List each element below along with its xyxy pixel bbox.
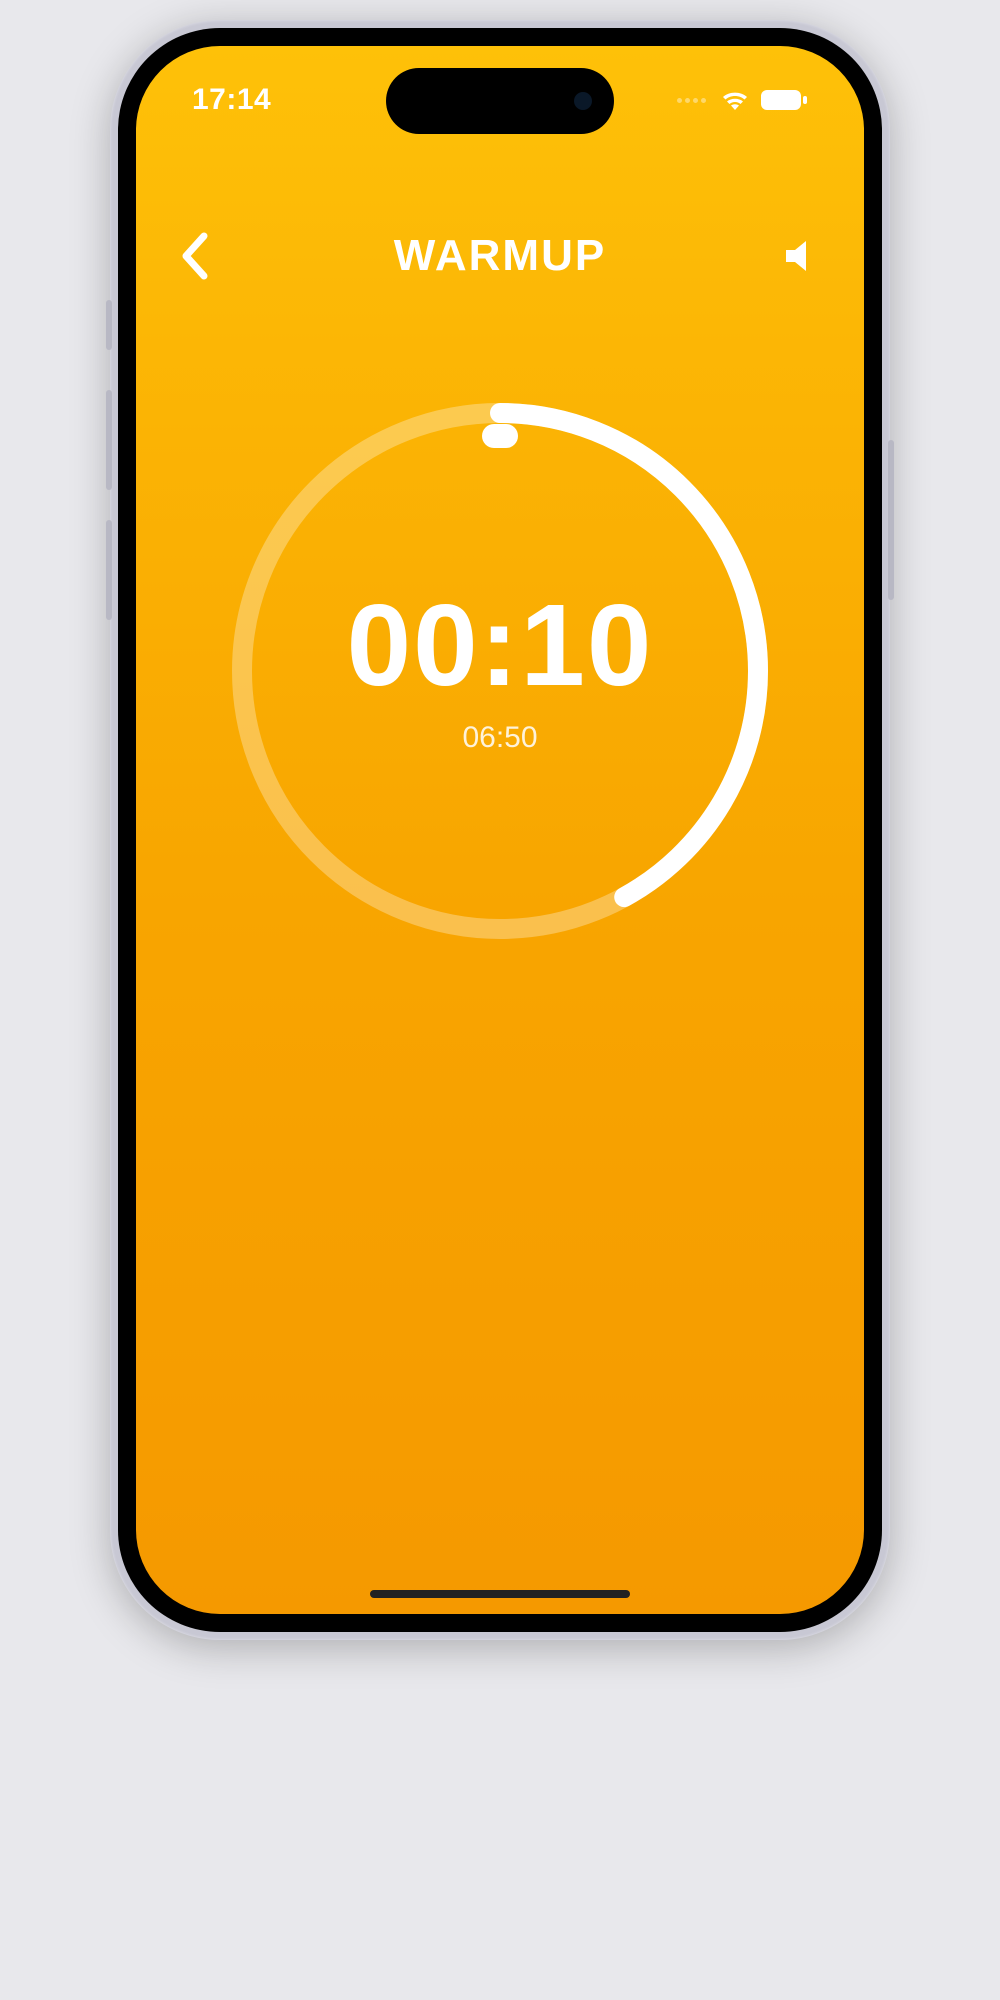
chevron-left-icon <box>180 232 208 280</box>
timer-ring: 00:10 06:50 <box>225 396 775 946</box>
timer-container: 00:10 06:50 <box>136 396 864 946</box>
volume-button[interactable] <box>760 226 820 286</box>
cellular-dots-icon <box>677 98 706 103</box>
side-button <box>106 300 112 350</box>
wifi-icon <box>720 89 750 111</box>
status-time: 17:14 <box>192 83 271 117</box>
header: WARMUP <box>136 216 864 296</box>
battery-icon <box>760 89 808 111</box>
timer-current: 00:10 <box>347 587 654 703</box>
side-button <box>106 520 112 620</box>
status-indicators <box>677 89 808 111</box>
phone-frame: 17:14 <box>110 20 890 1640</box>
home-indicator[interactable] <box>370 1590 630 1598</box>
side-button <box>888 440 894 600</box>
screen: 17:14 <box>136 46 864 1614</box>
back-button[interactable] <box>180 226 240 286</box>
side-button <box>106 390 112 490</box>
speaker-icon <box>782 237 820 275</box>
page-title: WARMUP <box>240 231 760 281</box>
dynamic-island <box>386 68 614 134</box>
timer-total: 06:50 <box>462 721 537 755</box>
